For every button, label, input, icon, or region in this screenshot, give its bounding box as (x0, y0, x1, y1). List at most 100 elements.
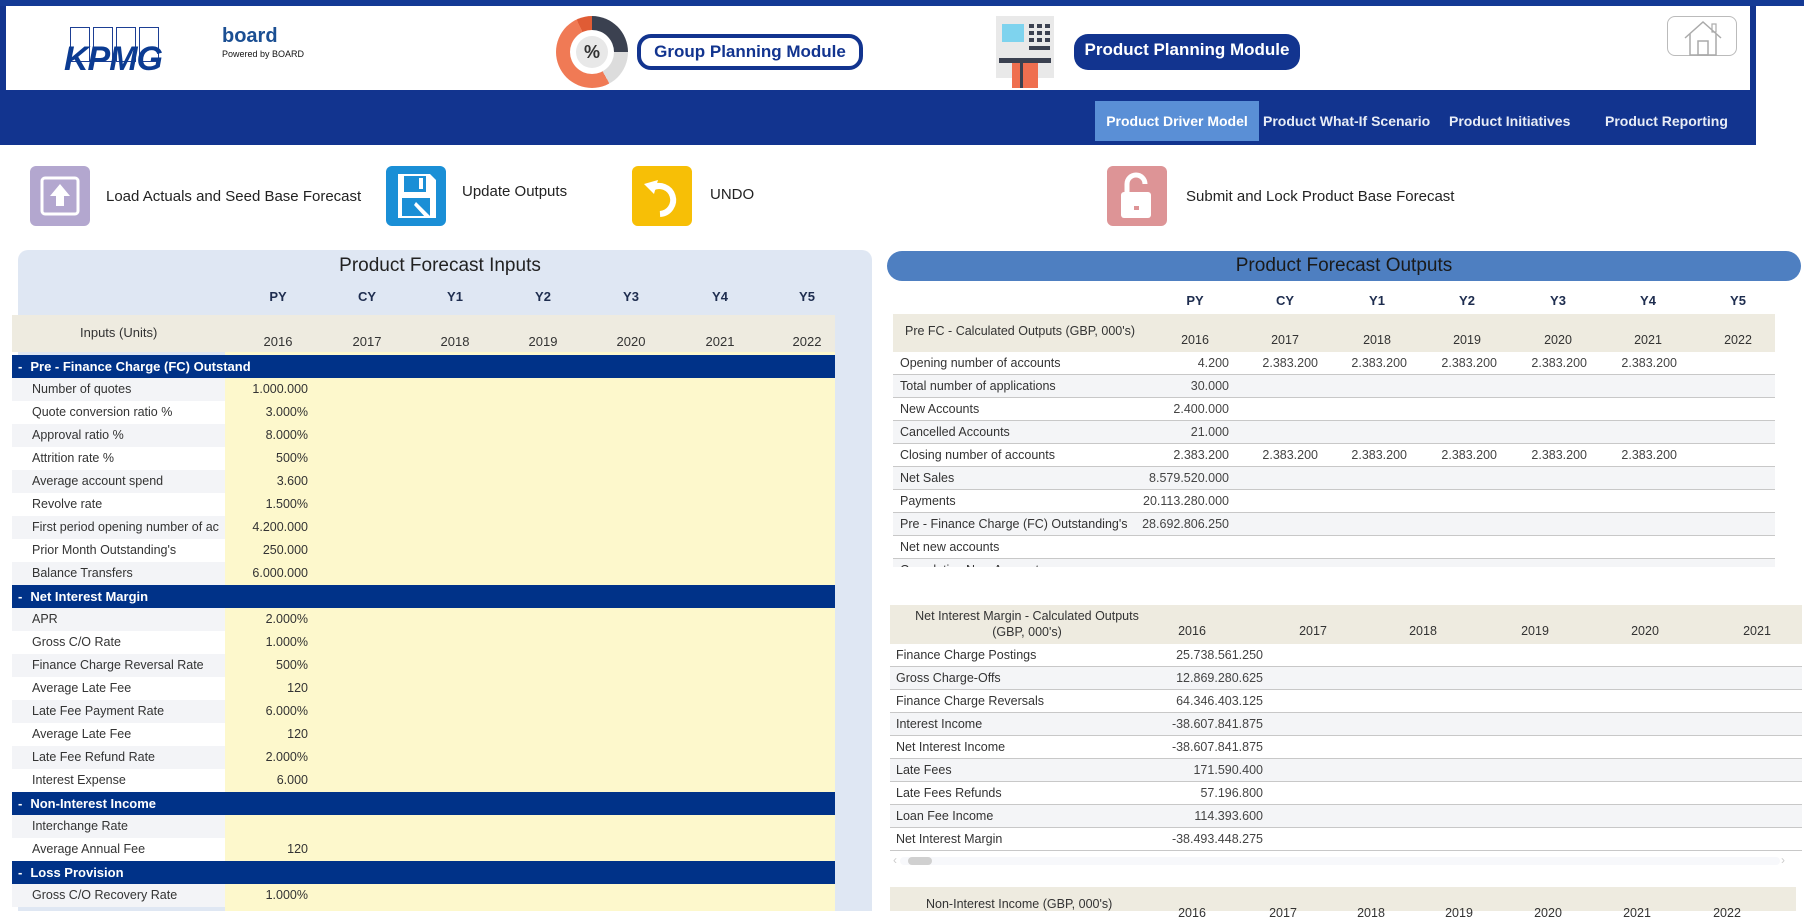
input-cell-py[interactable]: 8.000% (225, 424, 308, 447)
input-cell-py[interactable]: 1.000% (225, 884, 308, 907)
input-cell-py[interactable]: 120 (225, 723, 308, 746)
input-row: Average Late Fee (12, 677, 225, 700)
input-row: Prior Month Outstanding's (12, 539, 225, 562)
input-row: Interest Expense (12, 769, 225, 792)
submit-lock-button[interactable]: Submit and Lock Product Base Forecast (1107, 165, 1454, 227)
input-row: Late Fee Refund Rate (12, 746, 225, 769)
input-cell-py[interactable]: 120 (225, 677, 308, 700)
product-planning-module-button[interactable]: Product Planning Module (1074, 34, 1300, 70)
input-cell-py[interactable]: 500% (225, 447, 308, 470)
input-cell-py[interactable]: 1.000.000 (225, 378, 308, 401)
update-outputs-button[interactable]: Update Outputs (386, 165, 567, 227)
prefc-year: 2018 (1363, 333, 1391, 347)
input-cell-py[interactable]: 6.000% (225, 700, 308, 723)
input-cell-py[interactable]: 6.000.000 (225, 562, 308, 585)
period-label: CY (357, 289, 377, 304)
inputs-row-header: Inputs (Units) (80, 325, 158, 340)
section-title: Loss Provision (30, 865, 124, 880)
nim-row-label: Late Fees Refunds (896, 786, 1002, 800)
input-row-label: Average account spend (32, 474, 164, 488)
nim-row: Loan Fee Income 114.393.600 (890, 805, 1802, 828)
output-row: Pre - Finance Charge (FC) Outstanding's 2… (893, 513, 1775, 536)
load-actuals-button[interactable]: Load Actuals and Seed Base Forecast (30, 165, 361, 227)
input-cell-py[interactable]: 1.000% (225, 631, 308, 654)
input-row-label: Balance Transfers (32, 566, 133, 580)
prefc-year: 2020 (1544, 333, 1572, 347)
input-cell-py[interactable]: 1.500% (225, 493, 308, 516)
period-label: PY (269, 289, 287, 304)
input-row: Average Late Fee (12, 723, 225, 746)
input-cell-py[interactable]: 3.000% (225, 401, 308, 424)
board-logo: board Powered by BOARD (222, 26, 322, 59)
section-header[interactable]: - Net Interest Margin (12, 585, 835, 608)
period-label: Y3 (623, 289, 639, 304)
input-cell-py[interactable]: 250.000 (225, 539, 308, 562)
nim-value: 25.738.561.250 (1176, 648, 1263, 662)
input-row: Number of quotes (12, 378, 225, 401)
tab-product-what-if-scenario[interactable]: Product What-If Scenario (1259, 101, 1445, 141)
nim-value: -38.607.841.875 (1171, 717, 1263, 731)
input-row-label: Late Fee Payment Rate (32, 704, 165, 718)
input-cell-py[interactable]: 4.200.000 (225, 516, 308, 539)
output-period-label: Y5 (1730, 293, 1746, 308)
nim-scroll-thumb[interactable] (908, 857, 932, 865)
input-cell-py[interactable]: 2.000% (225, 746, 308, 769)
input-cell-py[interactable]: 2.000% (225, 608, 308, 631)
output-row-label: Pre - Finance Charge (FC) Outstanding's (900, 517, 1128, 531)
section-title: Net Interest Margin (30, 589, 149, 604)
undo-button[interactable]: UNDO (632, 165, 754, 227)
nim-year: 2018 (1409, 624, 1437, 638)
year-label: 2018 (440, 334, 470, 349)
nim-row: Late Fees 171.590.400 (890, 759, 1802, 782)
section-header[interactable]: - Loss Provision (12, 861, 835, 884)
non-interest-year: 2021 (1623, 906, 1651, 920)
prefc-year: 2021 (1634, 333, 1662, 347)
year-label: 2021 (705, 334, 735, 349)
tab-product-initiatives[interactable]: Product Initiatives (1445, 101, 1605, 141)
input-row-label: Gross C/O Recovery Rate (32, 888, 178, 902)
board-tagline: Powered by BOARD (222, 49, 305, 59)
scroll-left-arrow[interactable]: ‹ (893, 853, 897, 867)
output-row: Cumulative New Accounts (893, 559, 1775, 567)
input-row: First period opening number of ac (12, 516, 225, 539)
module-nav: Product Driver Model Product What-If Sce… (1095, 101, 1775, 141)
input-grid[interactable] (225, 352, 835, 911)
home-icon (1684, 20, 1722, 56)
prefc-year: 2022 (1724, 333, 1752, 347)
atm-card-icon[interactable] (994, 16, 1056, 88)
output-row: Payments 20.113.280.000 (893, 490, 1775, 513)
group-planning-module-button[interactable]: Group Planning Module (637, 34, 863, 70)
nim-value: -38.607.841.875 (1171, 740, 1263, 754)
input-cell-py[interactable]: 500% (225, 654, 308, 677)
percent-donut-icon[interactable]: % (556, 16, 628, 88)
output-row: Cancelled Accounts 21.000 (893, 421, 1775, 444)
section-header[interactable]: - Non-Interest Income (12, 792, 835, 815)
tab-product-driver-model[interactable]: Product Driver Model (1095, 101, 1259, 141)
output-row-label: Total number of applications (900, 379, 1056, 393)
output-row-label: Opening number of accounts (900, 356, 1061, 370)
output-period-label: Y2 (1459, 293, 1475, 308)
output-row-label: Net new accounts (900, 540, 1000, 554)
nim-horizontal-scrollbar[interactable] (900, 857, 1780, 865)
save-edit-icon (386, 166, 446, 226)
tab-product-reporting[interactable]: Product Reporting (1605, 101, 1775, 141)
input-cell-py[interactable] (225, 815, 308, 838)
input-row-label: Approval ratio % (32, 428, 124, 442)
nim-year: 2020 (1631, 624, 1659, 638)
section-header[interactable]: - Pre - Finance Charge (FC) Outstand (12, 355, 835, 378)
home-button[interactable] (1667, 16, 1737, 56)
input-row-label: Interchange Rate (32, 819, 128, 833)
input-cell-py[interactable]: 6.000 (225, 769, 308, 792)
prefc-year: 2019 (1453, 333, 1481, 347)
nim-year: 2016 (1178, 624, 1206, 638)
output-row: Total number of applications 30.000 (893, 375, 1775, 398)
nim-row: Late Fees Refunds 57.196.800 (890, 782, 1802, 805)
prefc-year: 2016 (1181, 333, 1209, 347)
scroll-right-arrow[interactable]: › (1781, 853, 1785, 867)
nim-value: -38.493.448.275 (1171, 832, 1263, 846)
input-cell-py[interactable]: 120 (225, 838, 308, 861)
input-cell-py[interactable]: 3.600 (225, 470, 308, 493)
input-row-label: APR (32, 612, 58, 626)
section-title: Non-Interest Income (30, 796, 157, 811)
output-period-label: Y3 (1550, 293, 1566, 308)
